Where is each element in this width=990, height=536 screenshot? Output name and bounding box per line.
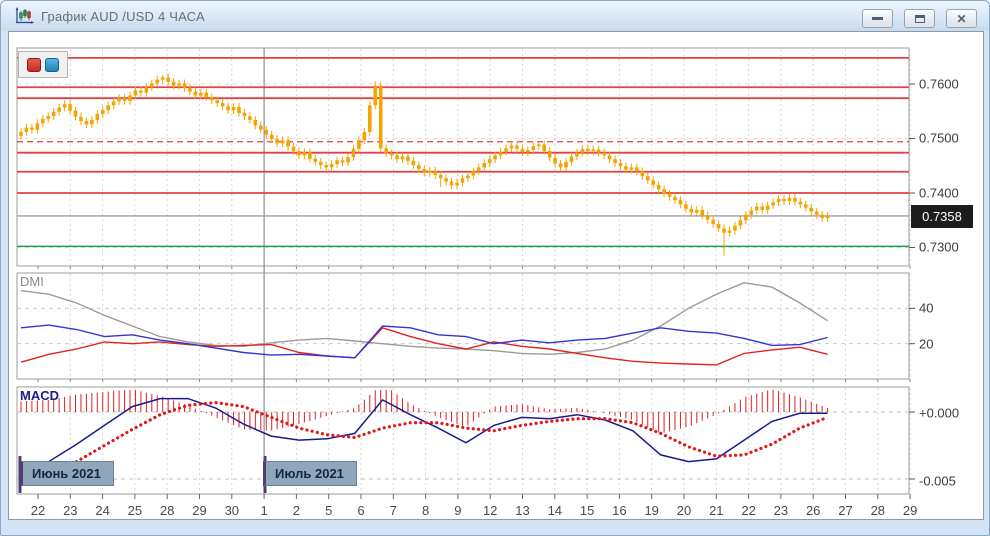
minimize-button[interactable] xyxy=(862,9,893,28)
chart-content-area[interactable] xyxy=(8,31,984,520)
month-badge-july: Июль 2021 xyxy=(263,461,357,486)
titlebar[interactable]: График AUD /USD 4 ЧАСА ✕ xyxy=(1,1,989,31)
blue-marker-button[interactable] xyxy=(45,58,59,72)
month-badge-june: Июнь 2021 xyxy=(20,461,114,486)
macd-panel-label: MACD xyxy=(20,388,59,403)
red-marker-button[interactable] xyxy=(27,58,41,72)
app-window: График AUD /USD 4 ЧАСА ✕ 222324252829301… xyxy=(0,0,990,536)
close-icon: ✕ xyxy=(956,13,966,25)
close-button[interactable]: ✕ xyxy=(946,9,977,28)
macd-axis-label: -0.005 xyxy=(919,474,956,489)
minimize-icon xyxy=(872,17,883,20)
restore-icon xyxy=(915,15,925,23)
window-title: График AUD /USD 4 ЧАСА xyxy=(41,9,205,24)
current-price-badge: 0.7358 xyxy=(911,205,973,228)
macd-axis-label: +0.000 xyxy=(919,406,959,421)
restore-button[interactable] xyxy=(904,9,935,28)
dmi-axis-label: 40 xyxy=(919,301,933,316)
price-axis-label: 0.7600 xyxy=(919,77,959,92)
price-axis-label: 0.7300 xyxy=(919,240,959,255)
dmi-panel-label: DMI xyxy=(20,274,44,289)
chart-toolbar xyxy=(18,51,68,78)
price-axis-label: 0.7400 xyxy=(919,186,959,201)
dmi-axis-label: 20 xyxy=(919,337,933,352)
candlestick-chart-icon xyxy=(14,7,34,25)
price-axis-label: 0.7500 xyxy=(919,131,959,146)
